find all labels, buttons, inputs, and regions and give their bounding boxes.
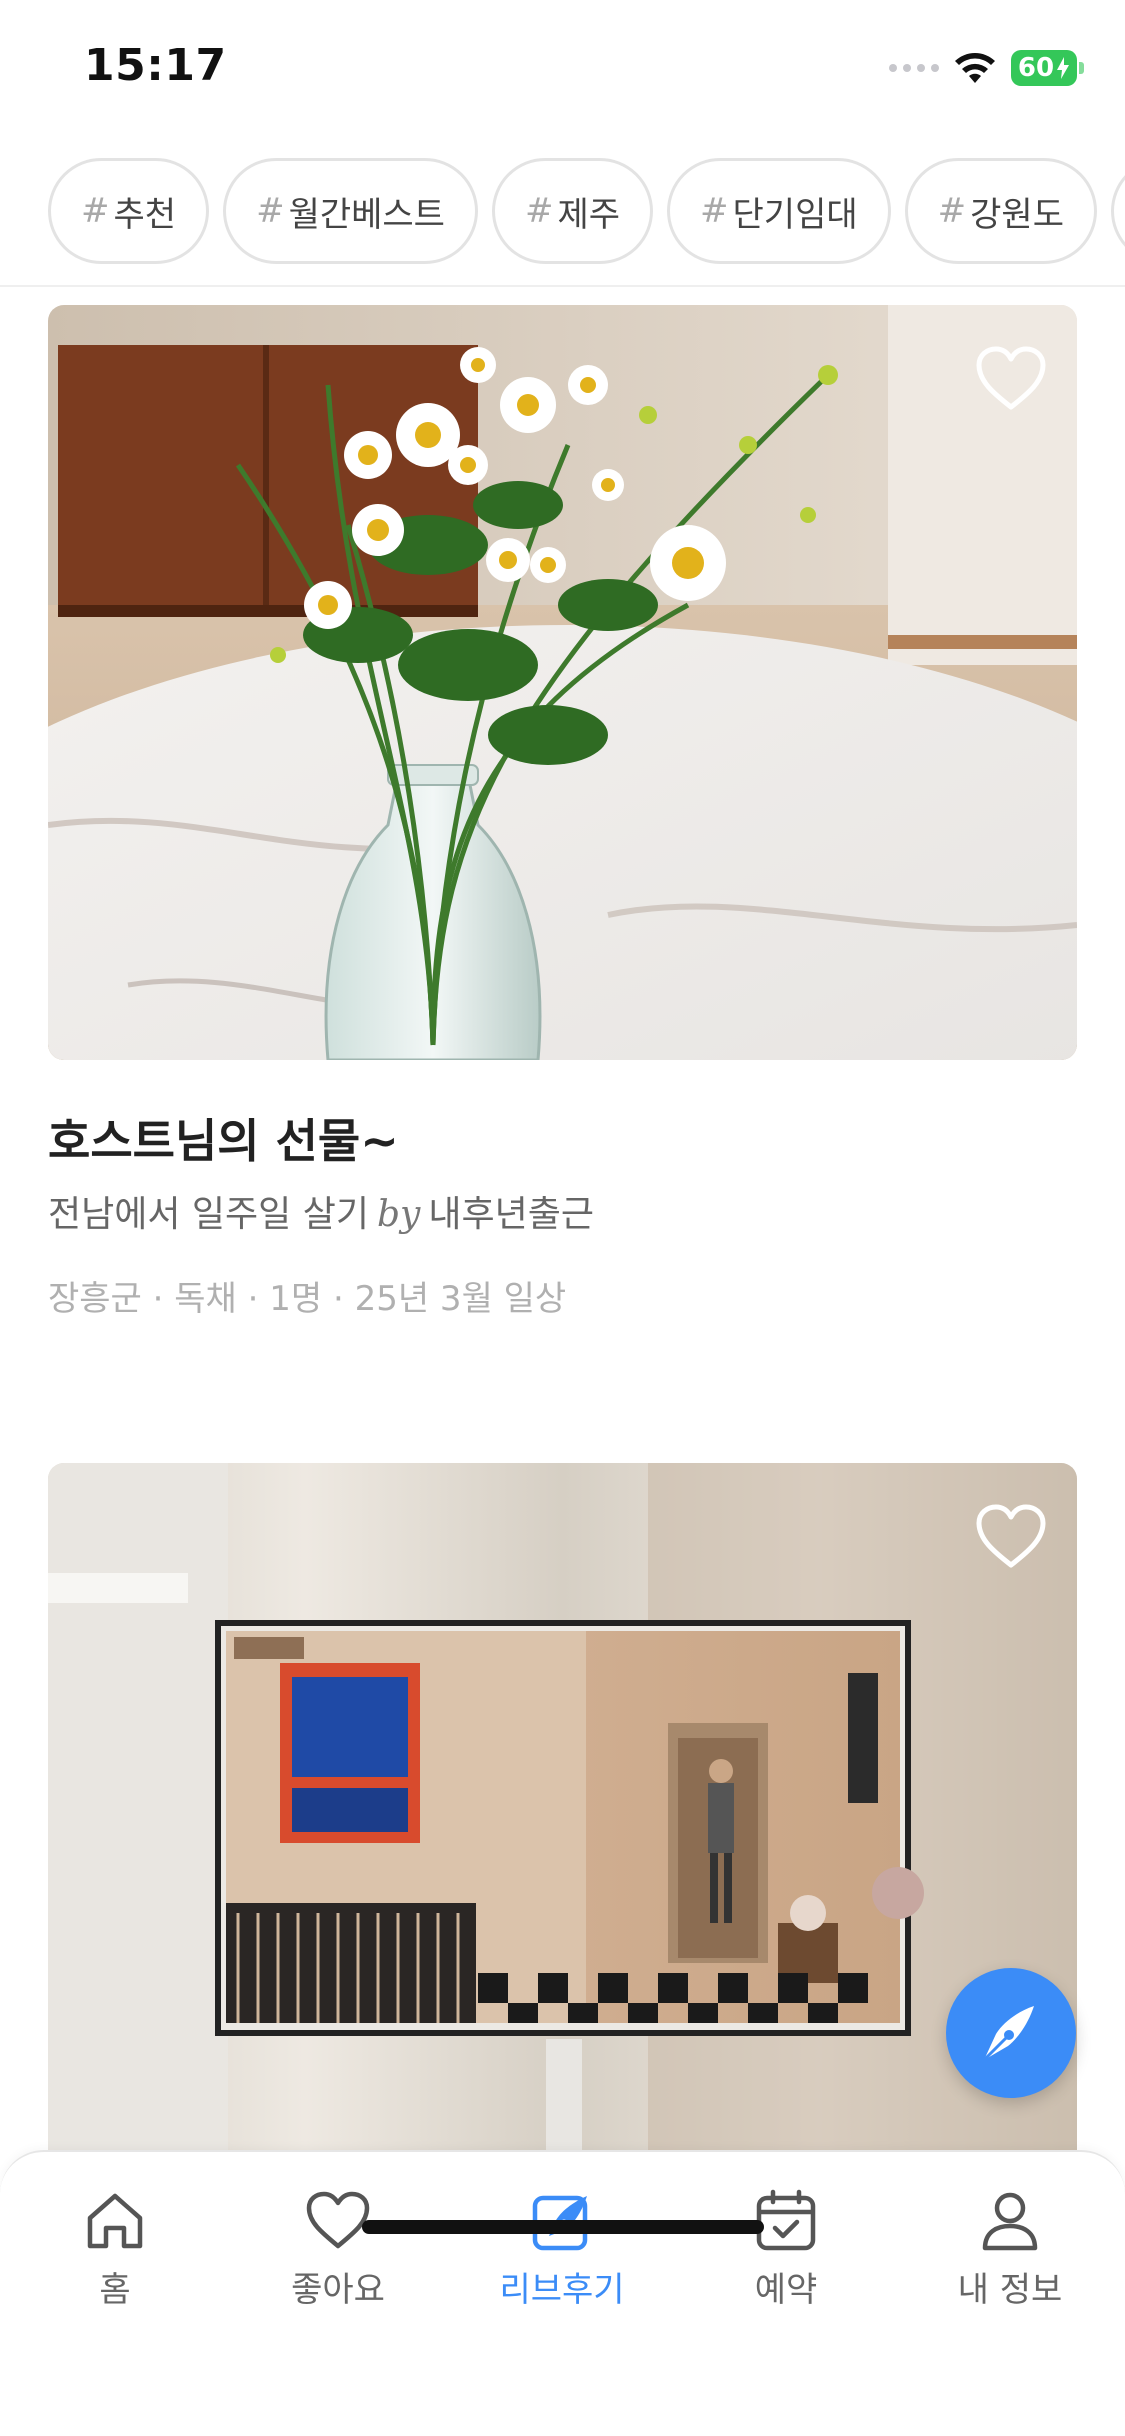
post-stay-and-author: 전남에서 일주일 살기 by 내후년출근 bbox=[48, 1185, 594, 1237]
battery-icon: 60 bbox=[1011, 50, 1084, 86]
tag-chip-recommend[interactable]: # 추천 bbox=[48, 158, 210, 264]
tab-my-info[interactable]: 내 정보 bbox=[920, 2186, 1100, 2311]
review-photo[interactable] bbox=[48, 1463, 1077, 2163]
like-heart-icon[interactable] bbox=[975, 345, 1047, 411]
status-indicators: 60 bbox=[889, 48, 1084, 88]
flower-vase-photo bbox=[48, 305, 1077, 1060]
review-feed-screen: 15:17 60 #추천 #월간베스트 #제주 #단기임대 #강원도 bbox=[0, 0, 1125, 2436]
battery-level: 60 bbox=[1017, 53, 1055, 83]
tag-chip-jeju[interactable]: # 제주 bbox=[491, 158, 654, 264]
tag-chip-monthly-best[interactable]: # 월간베스트 bbox=[223, 158, 478, 264]
author-name: 내후년출근 bbox=[428, 1194, 594, 1235]
home-indicator[interactable] bbox=[362, 2220, 764, 2234]
review-card[interactable] bbox=[48, 1463, 1077, 2163]
tab-likes[interactable]: 좋아요 bbox=[248, 2186, 428, 2311]
cellular-signal-icon bbox=[889, 64, 939, 72]
tag-chip-short-rental[interactable]: # 단기임대 bbox=[667, 158, 891, 264]
bottom-tab-bar: 홈 좋아요 리브후기 예약 내 정보 bbox=[0, 2150, 1125, 2436]
pen-nib-icon bbox=[982, 2006, 1034, 2062]
post-title[interactable]: 호스트님의 선물~ bbox=[48, 1105, 399, 1171]
tab-label: 리브후기 bbox=[499, 2270, 625, 2310]
tab-reservations[interactable]: 예약 bbox=[696, 2186, 876, 2311]
divider bbox=[0, 285, 1125, 287]
stay-name: 전남에서 일주일 살기 bbox=[48, 1194, 369, 1235]
tab-label: 좋아요 bbox=[291, 2270, 385, 2310]
tab-label: 내 정보 bbox=[957, 2270, 1063, 2310]
by-label: by bbox=[376, 1194, 421, 1235]
home-icon bbox=[87, 2193, 143, 2249]
tab-reviews[interactable]: 리브후기 bbox=[472, 2186, 652, 2311]
write-review-button[interactable] bbox=[946, 1968, 1076, 2098]
status-time: 15:17 bbox=[84, 40, 227, 91]
wifi-icon bbox=[955, 53, 995, 83]
review-photo[interactable] bbox=[48, 305, 1077, 1060]
person-icon bbox=[982, 2192, 1038, 2251]
post-meta: 장흥군 · 독채 · 1명 · 25년 3월 일상 bbox=[48, 1279, 567, 1319]
hashtag-filter-row: #추천 #월간베스트 #제주 #단기임대 #강원도 #시 bbox=[48, 158, 1125, 266]
tag-chip-partial[interactable]: #시 bbox=[1111, 158, 1125, 264]
tab-home[interactable]: 홈 bbox=[25, 2186, 205, 2311]
tv-interior-photo bbox=[48, 1463, 1077, 2163]
tab-label: 홈 bbox=[99, 2270, 131, 2310]
tab-label: 예약 bbox=[754, 2270, 818, 2310]
review-card[interactable]: 호스트님의 선물~ 전남에서 일주일 살기 by 내후년출근 장흥군 · 독채 · … bbox=[48, 305, 1077, 1319]
status-bar: 15:17 60 bbox=[0, 0, 1125, 140]
heart-icon bbox=[306, 2191, 370, 2249]
like-heart-icon[interactable] bbox=[975, 1503, 1047, 1569]
tag-chip-gangwon[interactable]: # 강원도 bbox=[904, 158, 1097, 264]
